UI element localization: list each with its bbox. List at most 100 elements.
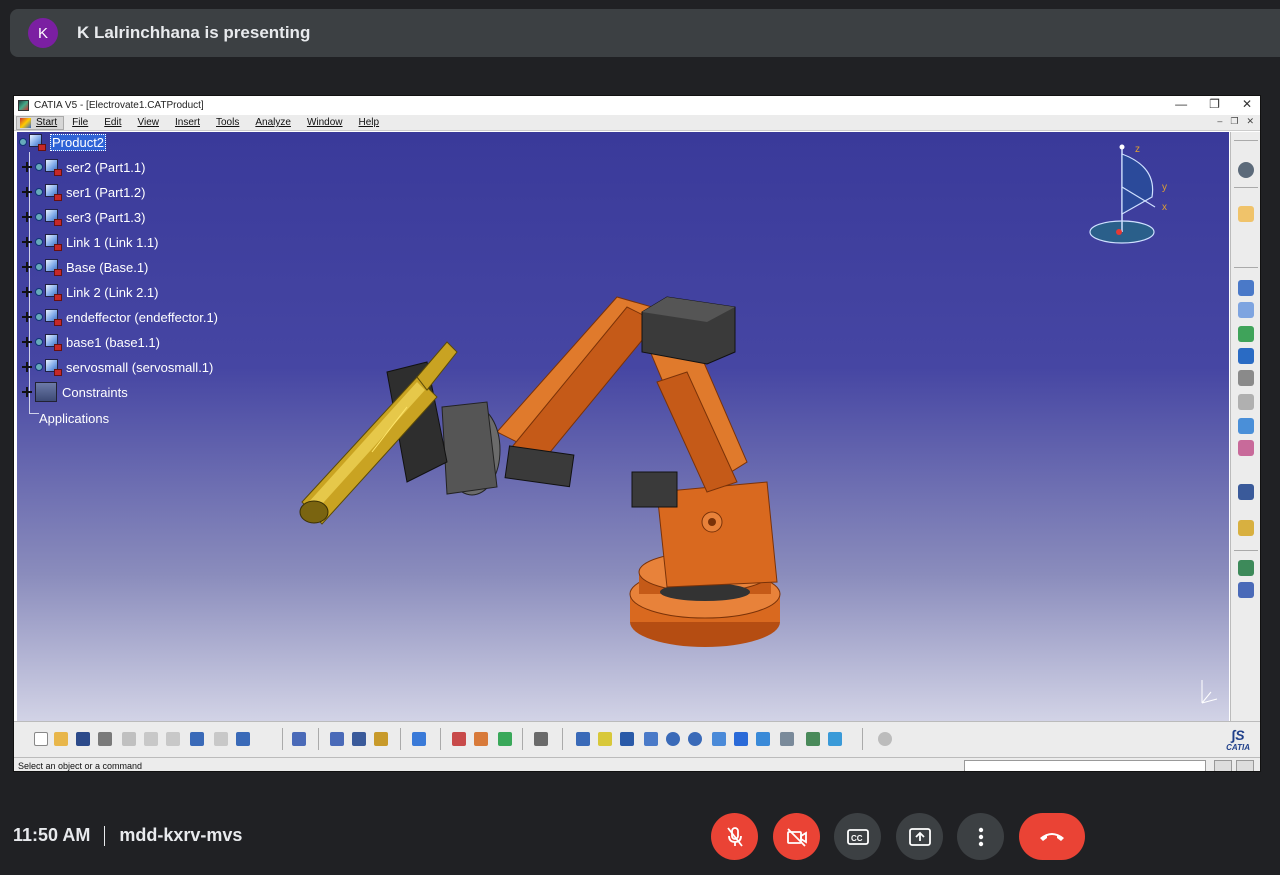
expand-icon[interactable] <box>21 186 33 198</box>
menu-insert[interactable]: Insert <box>175 117 200 128</box>
iso-view-icon[interactable] <box>756 732 770 746</box>
replace-component-icon[interactable] <box>1238 326 1254 342</box>
hide-show-icon[interactable] <box>806 732 820 746</box>
tree-root[interactable]: Product2 <box>19 132 107 152</box>
apply-material-icon[interactable] <box>474 732 488 746</box>
catalog-icon[interactable] <box>1238 560 1254 576</box>
copy-icon[interactable] <box>144 732 158 746</box>
3d-viewport[interactable]: Product2 ser2 (Part1.1) ser1 (Part1.2) s… <box>17 132 1229 721</box>
tree-item[interactable]: servosmall (servosmall.1) <box>21 357 213 377</box>
fly-mode-icon[interactable] <box>352 732 366 746</box>
pan-icon[interactable] <box>620 732 634 746</box>
whats-this-icon[interactable] <box>236 732 250 746</box>
snap-icon[interactable] <box>1238 394 1254 410</box>
menu-analyze[interactable]: Analyze <box>255 117 291 128</box>
expand-icon[interactable] <box>21 236 33 248</box>
expand-icon[interactable] <box>21 161 33 173</box>
open-icon[interactable] <box>54 732 68 746</box>
undo-icon[interactable] <box>190 732 204 746</box>
shading-icon[interactable] <box>780 732 794 746</box>
command-button-2[interactable] <box>1236 760 1254 771</box>
command-button-1[interactable] <box>1214 760 1232 771</box>
gears-icon[interactable] <box>1238 162 1254 178</box>
tree-item[interactable]: base1 (base1.1) <box>21 332 160 352</box>
product-tool-icon[interactable] <box>1238 280 1254 296</box>
tree-constraints[interactable]: Constraints <box>21 382 128 402</box>
space-analysis-icon[interactable] <box>330 732 344 746</box>
new-icon[interactable] <box>34 732 48 746</box>
tree-item[interactable]: Link 2 (Link 2.1) <box>21 282 159 302</box>
bottom-toolbar: ∫S CATIA <box>14 721 1260 757</box>
constraint-icon[interactable] <box>1238 484 1254 500</box>
restore-icon[interactable]: ❐ <box>1209 97 1220 111</box>
update-icon[interactable] <box>1238 520 1254 536</box>
multi-view-icon[interactable] <box>734 732 748 746</box>
rotate-icon[interactable] <box>644 732 658 746</box>
material-icon[interactable] <box>452 732 466 746</box>
present-now-button[interactable] <box>896 813 943 860</box>
minimize-icon[interactable]: — <box>1175 97 1187 111</box>
manipulation-icon[interactable] <box>1238 370 1254 386</box>
expand-icon[interactable] <box>21 211 33 223</box>
expand-icon[interactable] <box>21 336 33 348</box>
zoom-in-icon[interactable] <box>666 732 680 746</box>
expand-icon[interactable] <box>21 386 33 398</box>
print-icon[interactable] <box>98 732 112 746</box>
command-input[interactable] <box>964 760 1206 771</box>
knowledge-icon[interactable] <box>878 732 892 746</box>
menu-file[interactable]: File <box>72 117 88 128</box>
expand-icon[interactable] <box>21 261 33 273</box>
fly-icon[interactable] <box>576 732 590 746</box>
expand-icon[interactable] <box>21 311 33 323</box>
leave-call-button[interactable] <box>1019 813 1085 860</box>
doc-close-icon[interactable]: ✕ <box>1246 116 1254 127</box>
update-all-icon[interactable] <box>292 732 306 746</box>
explode-icon[interactable] <box>1238 418 1254 434</box>
tree-item[interactable]: ser3 (Part1.3) <box>21 207 145 227</box>
bill-of-material-icon[interactable] <box>1238 582 1254 598</box>
grid-icon[interactable] <box>534 732 548 746</box>
fit-all-icon[interactable] <box>598 732 612 746</box>
catalog-browser-icon[interactable] <box>498 732 512 746</box>
tree-item[interactable]: ser1 (Part1.2) <box>21 182 145 202</box>
hand-icon[interactable] <box>374 732 388 746</box>
toolbar-separator <box>1234 267 1258 268</box>
save-icon[interactable] <box>76 732 90 746</box>
menu-help[interactable]: Help <box>359 117 380 128</box>
menu-start[interactable]: Start <box>16 115 65 130</box>
captions-button[interactable]: CC <box>834 813 881 860</box>
robot-arm-model[interactable] <box>17 132 1229 721</box>
camera-toggle-button[interactable] <box>773 813 820 860</box>
measure-icon[interactable] <box>412 732 426 746</box>
microphone-toggle-button[interactable] <box>711 813 758 860</box>
catia-logo-text: CATIA <box>1226 743 1250 752</box>
menu-window[interactable]: Window <box>307 117 343 128</box>
expand-icon[interactable] <box>21 286 33 298</box>
tree-item[interactable]: ser2 (Part1.1) <box>21 157 145 177</box>
graph-tree-icon[interactable] <box>1238 348 1254 364</box>
clash-icon[interactable] <box>1238 440 1254 456</box>
existing-component-icon[interactable] <box>1238 302 1254 318</box>
cut-icon[interactable] <box>122 732 136 746</box>
tree-item[interactable]: Link 1 (Link 1.1) <box>21 232 159 252</box>
status-bar: Select an object or a command <box>14 757 1260 771</box>
normal-view-icon[interactable] <box>712 732 726 746</box>
compass-axis-icon[interactable]: z y x <box>1087 142 1167 252</box>
select-arrow-icon[interactable] <box>1238 206 1254 222</box>
menu-tools[interactable]: Tools <box>216 117 239 128</box>
tree-item[interactable]: endeffector (endeffector.1) <box>21 307 218 327</box>
doc-minimize-icon[interactable]: – <box>1217 116 1222 127</box>
expand-icon[interactable] <box>21 361 33 373</box>
menu-edit[interactable]: Edit <box>104 117 121 128</box>
menu-view[interactable]: View <box>137 117 159 128</box>
swap-space-icon[interactable] <box>828 732 842 746</box>
tree-applications[interactable]: Applications <box>39 408 109 428</box>
close-icon[interactable]: ✕ <box>1242 97 1252 111</box>
paste-icon[interactable] <box>166 732 180 746</box>
tree-root-label: Product2 <box>50 133 107 151</box>
redo-icon[interactable] <box>214 732 228 746</box>
more-options-button[interactable] <box>957 813 1004 860</box>
tree-item[interactable]: Base (Base.1) <box>21 257 148 277</box>
zoom-out-icon[interactable] <box>688 732 702 746</box>
doc-restore-icon[interactable]: ❐ <box>1230 116 1238 127</box>
